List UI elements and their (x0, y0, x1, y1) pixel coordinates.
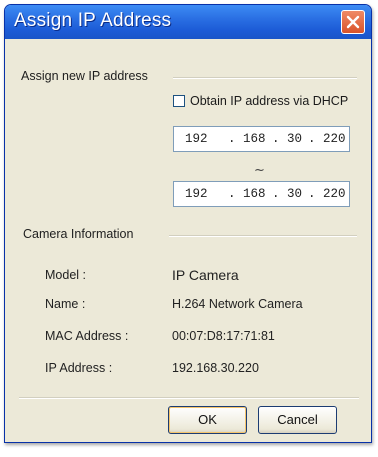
ip-from-octet-1[interactable]: 192 (185, 132, 208, 146)
dialog-title: Assign IP Address (14, 10, 172, 31)
close-button[interactable] (341, 10, 365, 34)
model-label: Model : (45, 268, 86, 282)
mac-value: 00:07:D8:17:71:81 (172, 329, 275, 343)
footer-divider (19, 397, 359, 399)
name-label: Name : (45, 297, 86, 311)
model-value: IP Camera (172, 267, 239, 283)
ip-to-octet-3[interactable]: . 30 (272, 187, 302, 201)
range-separator: ~ (254, 163, 265, 178)
dhcp-checkbox-row[interactable]: Obtain IP address via DHCP (173, 94, 348, 108)
cancel-button[interactable]: Cancel (258, 406, 337, 434)
ip-to-octet-2[interactable]: . 168 (228, 187, 266, 201)
assign-ip-dialog: Assign IP Address Assign new IP address … (4, 4, 372, 443)
ip-from-field[interactable]: 192 . 168 . 30 . 220 (173, 126, 350, 152)
ip-from-octet-4[interactable]: . 220 (308, 132, 346, 146)
ip-to-octet-4[interactable]: . 220 (308, 187, 346, 201)
camera-group-divider (169, 235, 357, 237)
name-value: H.264 Network Camera (172, 297, 303, 311)
title-bar[interactable]: Assign IP Address (5, 5, 371, 39)
mac-label: MAC Address : (45, 329, 129, 343)
ip-to-field[interactable]: 192 . 168 . 30 . 220 (173, 181, 350, 207)
ip-from-octet-2[interactable]: . 168 (228, 132, 266, 146)
dhcp-checkbox[interactable] (173, 95, 185, 107)
ip-address-value: 192.168.30.220 (172, 361, 259, 375)
ok-button[interactable]: OK (168, 406, 247, 434)
ip-from-octet-3[interactable]: . 30 (272, 132, 302, 146)
assign-group-label: Assign new IP address (21, 69, 148, 83)
camera-group-label: Camera Information (23, 227, 134, 241)
assign-group-divider (173, 77, 357, 79)
close-icon (346, 15, 360, 29)
ip-address-label: IP Address : (45, 361, 113, 375)
dhcp-checkbox-label[interactable]: Obtain IP address via DHCP (190, 94, 348, 108)
ip-to-octet-1[interactable]: 192 (185, 187, 208, 201)
